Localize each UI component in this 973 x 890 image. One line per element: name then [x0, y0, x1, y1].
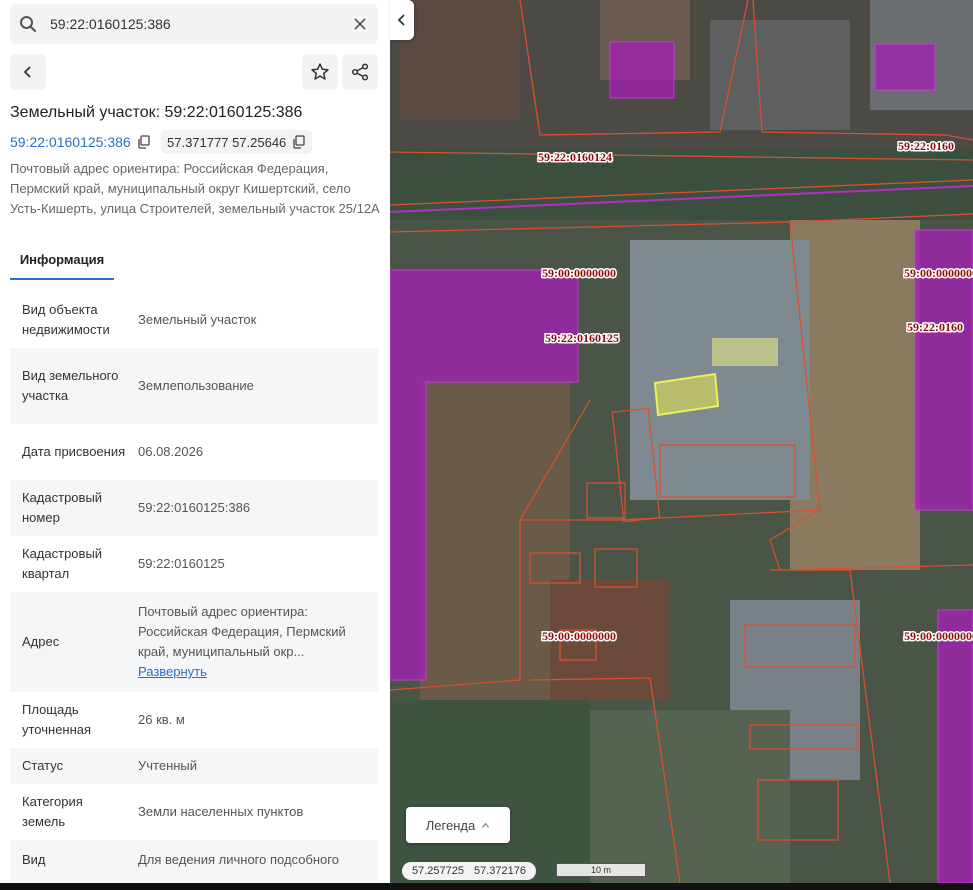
bottom-strip: [0, 883, 973, 890]
info-row: Площадь уточненная 26 кв. м: [10, 692, 378, 748]
map-label: 59:00:0000000: [904, 629, 973, 643]
info-row-value: 26 кв. м: [138, 712, 185, 727]
info-row-value: 59:22:0160125: [138, 556, 225, 571]
info-row-key: Дата присвоения: [22, 444, 126, 459]
info-row-value: Земельный участок: [138, 312, 257, 327]
info-row: Вид земельного участка Землепользование: [10, 348, 378, 424]
legend-label: Легенда: [425, 817, 476, 833]
share-button[interactable]: [342, 54, 378, 90]
info-row-value: 06.08.2026: [138, 444, 204, 459]
star-icon: [311, 63, 329, 80]
info-table: Вид объекта недвижимости Земельный участ…: [10, 292, 378, 880]
info-row: Вид Для ведения личного подсобного: [10, 840, 378, 880]
street-strip: [390, 150, 973, 220]
chevron-left-icon: [397, 14, 405, 26]
address-text: Почтовый адрес ориентира: Российская Фед…: [10, 161, 380, 216]
zone-polygon[interactable]: [937, 609, 973, 883]
favorite-button[interactable]: [302, 54, 338, 90]
info-row-value: Для ведения личного подсобного: [138, 852, 339, 867]
info-row-key: Вид объекта недвижимости: [22, 302, 110, 337]
info-row-key: Кадастровый квартал: [22, 546, 103, 581]
info-row-key: Кадастровый номер: [22, 490, 103, 525]
info-row-value: Землепользование: [138, 378, 254, 393]
info-row-key: Вид земельного участка: [22, 368, 119, 403]
info-row: Статус Учтенный: [10, 748, 378, 784]
search-input[interactable]: [50, 4, 340, 44]
info-row-key: Вид: [22, 852, 46, 867]
back-button[interactable]: [10, 54, 46, 90]
chevron-up-icon: [482, 822, 490, 828]
info-row: Кадастровый номер 59:22:0160125:386: [10, 480, 378, 536]
map-label: 59:00:0000000: [542, 629, 616, 643]
info-row-key: Адрес: [22, 634, 60, 649]
map-label: 59:00:0000000: [904, 266, 973, 280]
info-row-key: Площадь уточненная: [22, 702, 92, 737]
map-label: 59:22:0160: [898, 139, 954, 153]
copy-icon[interactable]: [137, 135, 151, 149]
info-row-value: Учтенный: [138, 758, 198, 773]
tab-information[interactable]: Информация: [10, 250, 114, 280]
info-row: Кадастровый квартал 59:22:0160125: [10, 536, 378, 592]
cadastral-number-link[interactable]: 59:22:0160125:386: [10, 134, 151, 150]
copy-icon[interactable]: [292, 135, 306, 149]
page-title: Земельный участок: 59:22:0160125:386: [10, 104, 303, 121]
map-scale: 10 m: [556, 863, 646, 877]
coord-lon: 57.372176: [474, 865, 526, 877]
roof-highlight: [712, 338, 778, 366]
address-value: Почтовый адрес ориентира: Российская Фед…: [138, 604, 346, 659]
zone-polygon[interactable]: [609, 41, 675, 99]
coordinates-text: 57.371777 57.25646: [167, 134, 287, 150]
terrain-patch: [590, 710, 790, 883]
cursor-coordinates: 57.257725 57.372176: [402, 862, 536, 880]
search-bar: [10, 4, 378, 44]
info-row: Категория земель Земли населенных пункто…: [10, 784, 378, 840]
share-icon: [351, 63, 369, 81]
info-row: Дата присвоения 06.08.2026: [10, 424, 378, 480]
info-row: Вид объекта недвижимости Земельный участ…: [10, 292, 378, 348]
info-sidebar: Земельный участок: 59:22:0160125:386 59:…: [0, 0, 390, 883]
map-view[interactable]: 59:22:0160124 59:22:0160 59:00:0000000 5…: [390, 0, 973, 883]
roof-area: [630, 240, 810, 500]
terrain-patch: [420, 380, 570, 710]
expand-link[interactable]: Развернуть: [138, 662, 207, 682]
info-row-key: Категория земель: [22, 794, 83, 829]
map-canvas[interactable]: 59:22:0160124 59:22:0160 59:00:0000000 5…: [390, 0, 973, 883]
zone-polygon[interactable]: [874, 43, 936, 91]
legend-button[interactable]: Легенда: [406, 807, 510, 843]
info-row-value: Земли населенных пунктов: [138, 804, 304, 819]
roof-area: [400, 0, 520, 120]
info-row-value: Почтовый адрес ориентира: Российская Фед…: [126, 592, 378, 692]
terrain-patch: [390, 700, 590, 883]
chevron-left-icon: [23, 66, 31, 78]
search-icon[interactable]: [19, 15, 37, 33]
map-label: 59:22:0160: [907, 320, 963, 334]
info-row-key: Статус: [22, 758, 64, 773]
coordinates-chip[interactable]: 57.371777 57.25646: [161, 130, 313, 154]
map-label: 59:00:0000000: [542, 266, 616, 280]
map-label: 59:22:0160124: [538, 150, 612, 164]
info-row-value: 59:22:0160125:386: [138, 500, 251, 515]
map-label: 59:22:0160125: [545, 331, 619, 345]
roof-area: [710, 20, 850, 130]
collapse-sidebar-button[interactable]: [390, 0, 414, 40]
close-icon[interactable]: [352, 16, 368, 32]
coord-lat: 57.257725: [412, 865, 464, 877]
cadastral-number-text[interactable]: 59:22:0160125:386: [10, 134, 131, 150]
info-row: Адрес Почтовый адрес ориентира: Российск…: [10, 592, 378, 692]
